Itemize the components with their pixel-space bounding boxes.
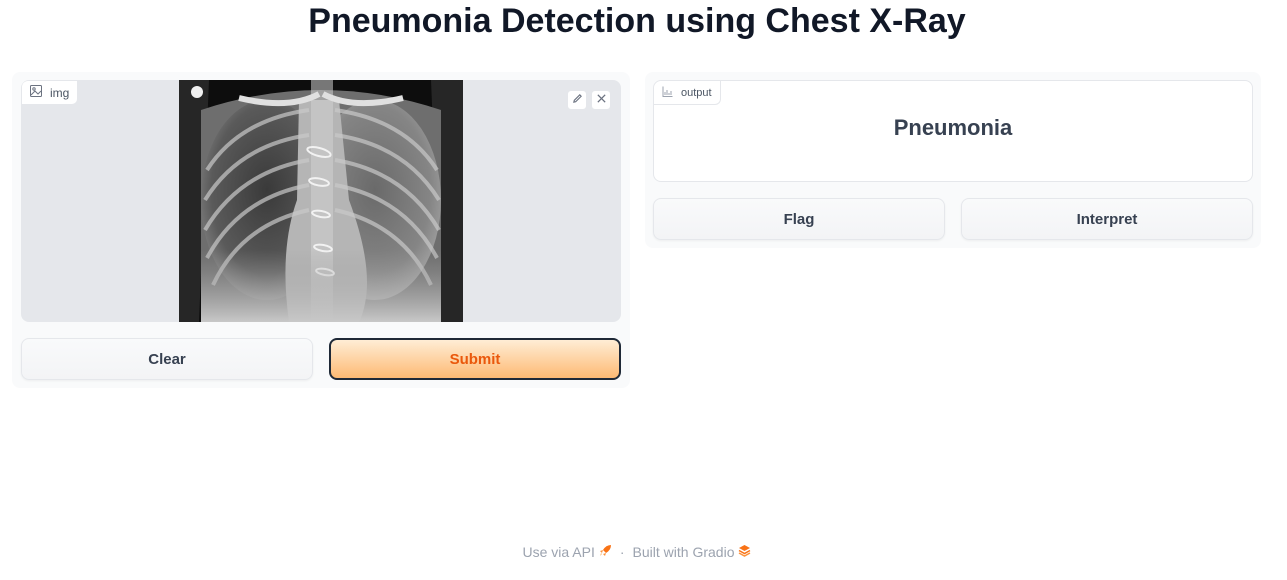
- use-via-api-link[interactable]: Use via API: [523, 544, 612, 560]
- gradio-logo-icon: [738, 544, 751, 560]
- clear-button[interactable]: Clear: [21, 338, 313, 380]
- output-label: output: [654, 81, 721, 105]
- built-with-gradio-text: Built with Gradio: [632, 544, 735, 560]
- pencil-icon: [572, 91, 583, 109]
- close-icon: [596, 91, 607, 109]
- rocket-icon: [599, 544, 612, 560]
- use-via-api-text: Use via API: [522, 544, 595, 560]
- image-icon: [30, 85, 42, 100]
- interpret-button[interactable]: Interpret: [961, 198, 1253, 240]
- bar-chart-icon: [662, 86, 673, 100]
- footer-separator: ·: [619, 544, 625, 560]
- remove-image-button[interactable]: [591, 90, 611, 110]
- input-label-text: img: [50, 85, 70, 100]
- footer: Use via API · Built with Gradio: [0, 540, 1274, 564]
- prediction-label: Pneumonia: [893, 115, 1013, 140]
- flag-button[interactable]: Flag: [653, 198, 945, 240]
- output-panel: output Pneumonia Flag Interpret: [645, 72, 1261, 248]
- input-panel: img Clear Submit: [12, 72, 630, 388]
- image-input[interactable]: img: [21, 80, 621, 322]
- page-title: Pneumonia Detection using Chest X-Ray: [308, 2, 966, 40]
- edit-button[interactable]: [567, 90, 587, 110]
- page: Pneumonia Detection using Chest X-Ray im…: [0, 0, 1287, 580]
- input-label: img: [22, 81, 79, 105]
- output-box: output Pneumonia: [653, 80, 1253, 182]
- output-label-text: output: [681, 86, 712, 99]
- xray-image: [179, 80, 463, 322]
- submit-button[interactable]: Submit: [329, 338, 621, 380]
- built-with-gradio-link[interactable]: Built with Gradio: [633, 544, 752, 560]
